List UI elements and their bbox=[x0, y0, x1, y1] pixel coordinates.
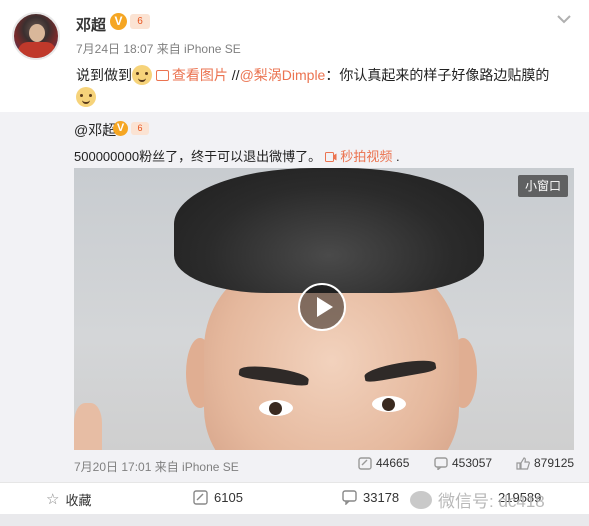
avatar[interactable] bbox=[12, 12, 60, 60]
view-image-link[interactable]: 查看图片 bbox=[155, 67, 228, 83]
play-icon[interactable] bbox=[298, 283, 346, 331]
divider bbox=[0, 482, 589, 483]
repost-stat[interactable]: 44665 bbox=[358, 456, 409, 470]
mention-link[interactable]: @梨涡Dimple bbox=[240, 67, 326, 83]
level-icon: 6 bbox=[131, 122, 149, 135]
repost-button[interactable]: 6105 bbox=[193, 490, 243, 505]
comment-stat[interactable]: 453057 bbox=[434, 456, 492, 470]
video-icon bbox=[324, 152, 337, 162]
comment-icon bbox=[434, 456, 448, 470]
chevron-down-icon[interactable] bbox=[555, 10, 573, 28]
post-meta: 7月24日 18:07 来自 iPhone SE bbox=[76, 42, 241, 56]
image-icon bbox=[155, 70, 169, 81]
repost-meta: 7月20日 17:01 来自 iPhone SE bbox=[74, 460, 239, 474]
like-stat[interactable]: 879125 bbox=[516, 456, 574, 470]
wechat-icon bbox=[410, 490, 432, 509]
repost-text: 500000000粉丝了，终于可以退出微博了。 秒拍视频 . bbox=[74, 149, 400, 164]
level-icon: 6 bbox=[130, 14, 150, 29]
verified-icon: V bbox=[113, 121, 128, 136]
emoji-icon bbox=[76, 87, 96, 107]
bottom-bar bbox=[0, 514, 589, 526]
username[interactable]: 邓超 bbox=[76, 14, 106, 35]
star-icon: ☆ bbox=[46, 490, 60, 508]
verified-icon: V bbox=[110, 13, 127, 30]
repost-icon bbox=[193, 490, 208, 505]
like-icon bbox=[516, 456, 530, 470]
mini-window-button[interactable]: 小窗口 bbox=[518, 175, 568, 197]
comment-button[interactable]: 33178 bbox=[342, 490, 399, 505]
video-link[interactable]: 秒拍视频 bbox=[324, 149, 392, 164]
favorite-button[interactable]: ☆ 收藏 bbox=[46, 490, 91, 509]
watermark: 微信号: dc418 bbox=[410, 487, 545, 512]
post-text-a: 说到做到 bbox=[76, 67, 132, 83]
slashes: // bbox=[227, 67, 240, 83]
emoji-icon bbox=[132, 65, 152, 85]
repost-icon bbox=[358, 456, 372, 470]
post-text-b: ：你认真起来的样子好像路边贴膜的 bbox=[325, 67, 550, 83]
comment-icon bbox=[342, 490, 357, 505]
post-text: 说到做到 查看图片 //@梨涡Dimple：你认真起来的样子好像路边贴膜的 bbox=[76, 64, 576, 108]
repost-username[interactable]: @邓超 bbox=[74, 120, 116, 140]
